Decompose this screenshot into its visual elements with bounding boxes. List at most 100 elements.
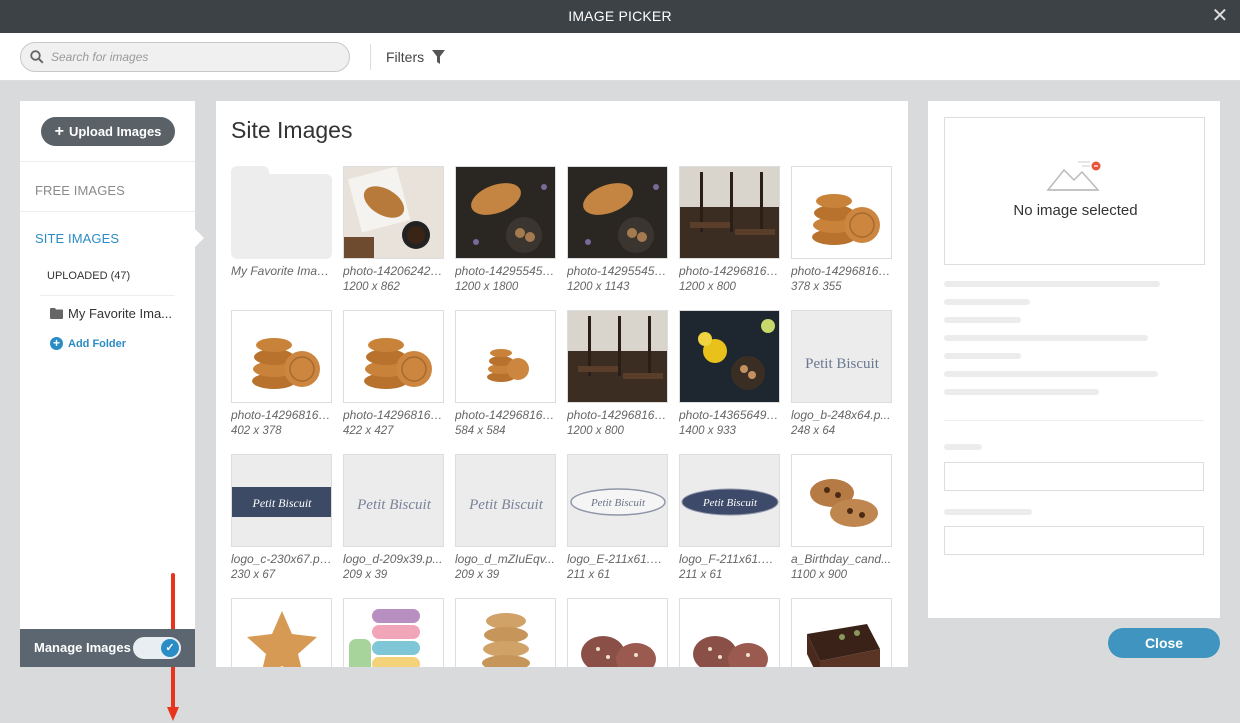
image-tile[interactable]: photo-142062422... 1200 x 862	[343, 166, 444, 306]
svg-text:Petit Biscuit: Petit Biscuit	[590, 497, 646, 509]
placeholder-line	[944, 317, 1021, 323]
image-tile[interactable]: photo-142968160... 422 x 427	[343, 310, 444, 450]
sidebar: + Upload Images FREE IMAGES SITE IMAGES U…	[20, 101, 195, 721]
svg-text:Petit Biscuit: Petit Biscuit	[702, 497, 758, 509]
no-image-text: No image selected	[1013, 202, 1138, 219]
add-folder-button[interactable]: + Add Folder	[50, 336, 126, 350]
sidebar-item-site-images[interactable]: SITE IMAGES	[35, 231, 119, 246]
details-panel: No image selected	[928, 101, 1220, 618]
image-tile[interactable]: photo-142968160... 1200 x 800	[679, 166, 780, 306]
svg-text:Petit Biscuit: Petit Biscuit	[356, 497, 432, 513]
image-filename: photo-142968160...	[343, 408, 444, 422]
toolbar-divider	[370, 44, 371, 70]
image-tile[interactable]: photo-142968160... 1200 x 800	[567, 310, 668, 450]
image-thumbnail	[679, 310, 780, 403]
image-tile[interactable]: photo-142955451... 1200 x 1143	[567, 166, 668, 306]
image-filename: logo_E-211x61.pn...	[567, 552, 668, 566]
toolbar: Filters	[0, 33, 1240, 81]
image-tile[interactable]	[231, 598, 332, 667]
image-tile[interactable]: photo-142968160... 402 x 378	[231, 310, 332, 450]
image-tile[interactable]	[455, 598, 556, 667]
image-thumbnail	[791, 454, 892, 547]
search-box[interactable]	[20, 42, 350, 72]
image-tile[interactable]: photo-142955451... 1200 x 1800	[455, 166, 556, 306]
placeholder-line	[944, 281, 1160, 287]
image-thumbnail	[567, 166, 668, 259]
filters-label: Filters	[386, 49, 425, 65]
image-dimensions: 211 x 61	[567, 569, 611, 581]
image-tile[interactable]: Petit Biscuit logo_c-230x67.png 230 x 67	[231, 454, 332, 594]
close-button[interactable]: Close	[1108, 628, 1220, 658]
image-thumbnail	[231, 310, 332, 403]
image-tile[interactable]: photo-142968160... 584 x 584	[455, 310, 556, 450]
image-dimensions: 248 x 64	[791, 425, 836, 437]
manage-images-toggle[interactable]: ✓	[133, 637, 181, 659]
image-tile[interactable]	[679, 598, 780, 667]
image-thumbnail	[455, 598, 556, 667]
image-thumbnail	[343, 310, 444, 403]
site-images-panel: Site Images My Favorite Imag... photo-142…	[216, 101, 908, 667]
svg-text:Petit Biscuit: Petit Biscuit	[468, 497, 544, 513]
details-field[interactable]	[944, 462, 1204, 491]
image-filename: logo_d-209x39.p...	[343, 552, 443, 566]
folder-tile[interactable]: My Favorite Imag...	[231, 166, 332, 306]
sidebar-divider	[20, 161, 195, 162]
check-icon: ✓	[161, 639, 179, 657]
image-dimensions: 211 x 61	[679, 569, 723, 581]
image-thumbnail: Petit Biscuit	[679, 454, 780, 547]
details-field[interactable]	[944, 526, 1204, 555]
image-filename: photo-142062422...	[343, 264, 444, 278]
image-tile[interactable]: Petit Biscuit logo_d_mZIuEqv... 209 x 39	[455, 454, 556, 594]
image-dimensions: 209 x 39	[455, 569, 500, 581]
image-tile[interactable]: photo-143656498... 1400 x 933	[679, 310, 780, 450]
image-filename: photo-142968160...	[231, 408, 332, 422]
image-tile[interactable]: photo-142968160... 378 x 355	[791, 166, 892, 306]
image-dimensions: 422 x 427	[343, 425, 394, 437]
image-tile[interactable]	[567, 598, 668, 667]
image-filename: a_Birthday_cand...	[791, 552, 892, 566]
details-divider	[944, 420, 1204, 421]
funnel-icon	[432, 49, 446, 64]
image-filename: logo_F-211x61.pn...	[679, 552, 780, 566]
placeholder-line	[944, 353, 1021, 359]
placeholder-line	[944, 335, 1148, 341]
image-thumbnail	[567, 310, 668, 403]
image-tile[interactable]: Petit Biscuit logo_F-211x61.pn... 211 x 61	[679, 454, 780, 594]
image-tile[interactable]	[791, 598, 892, 667]
window-title: IMAGE PICKER	[568, 8, 672, 24]
folder-body	[231, 174, 332, 259]
image-dimensions: 230 x 67	[231, 569, 276, 581]
image-dimensions: 402 x 378	[231, 425, 282, 437]
image-thumbnail	[343, 166, 444, 259]
image-thumbnail	[567, 598, 668, 667]
plus-icon: +	[54, 123, 64, 140]
image-thumbnail	[343, 598, 444, 667]
image-thumbnail	[791, 166, 892, 259]
sidebar-divider	[40, 295, 175, 296]
close-icon[interactable]: ✕	[1210, 0, 1230, 33]
upload-images-button[interactable]: + Upload Images	[41, 117, 175, 146]
sidebar-item-free-images[interactable]: FREE IMAGES	[35, 183, 125, 198]
sidebar-folder-item[interactable]: My Favorite Ima...	[50, 306, 172, 321]
placeholder-line	[944, 389, 1099, 395]
image-dimensions: 1200 x 800	[567, 425, 624, 437]
image-filename: photo-143656498...	[679, 408, 780, 422]
image-tile[interactable]: Petit Biscuit logo_d-209x39.p... 209 x 39	[343, 454, 444, 594]
sidebar-item-uploaded[interactable]: UPLOADED (47)	[47, 270, 130, 282]
image-tile[interactable]: Petit Biscuit logo_E-211x61.pn... 211 x 61	[567, 454, 668, 594]
image-filename: logo_c-230x67.png	[231, 552, 332, 566]
sidebar-divider	[20, 211, 195, 212]
placeholder-line	[944, 509, 1032, 515]
image-placeholder-icon	[1046, 161, 1101, 191]
svg-text:Petit Biscuit: Petit Biscuit	[252, 496, 313, 510]
image-dimensions: 1200 x 1800	[455, 281, 519, 293]
filters-button[interactable]: Filters	[386, 46, 446, 68]
image-tile[interactable]	[343, 598, 444, 667]
image-tile[interactable]: Petit Biscuit logo_b-248x64.p... 248 x 64	[791, 310, 892, 450]
image-filename: photo-142968160...	[567, 408, 668, 422]
search-input[interactable]	[51, 47, 341, 67]
image-tile[interactable]: a_Birthday_cand... 1100 x 900	[791, 454, 892, 594]
placeholder-line	[944, 299, 1030, 305]
image-preview: No image selected	[944, 117, 1205, 265]
image-filename: photo-142968160...	[455, 408, 556, 422]
